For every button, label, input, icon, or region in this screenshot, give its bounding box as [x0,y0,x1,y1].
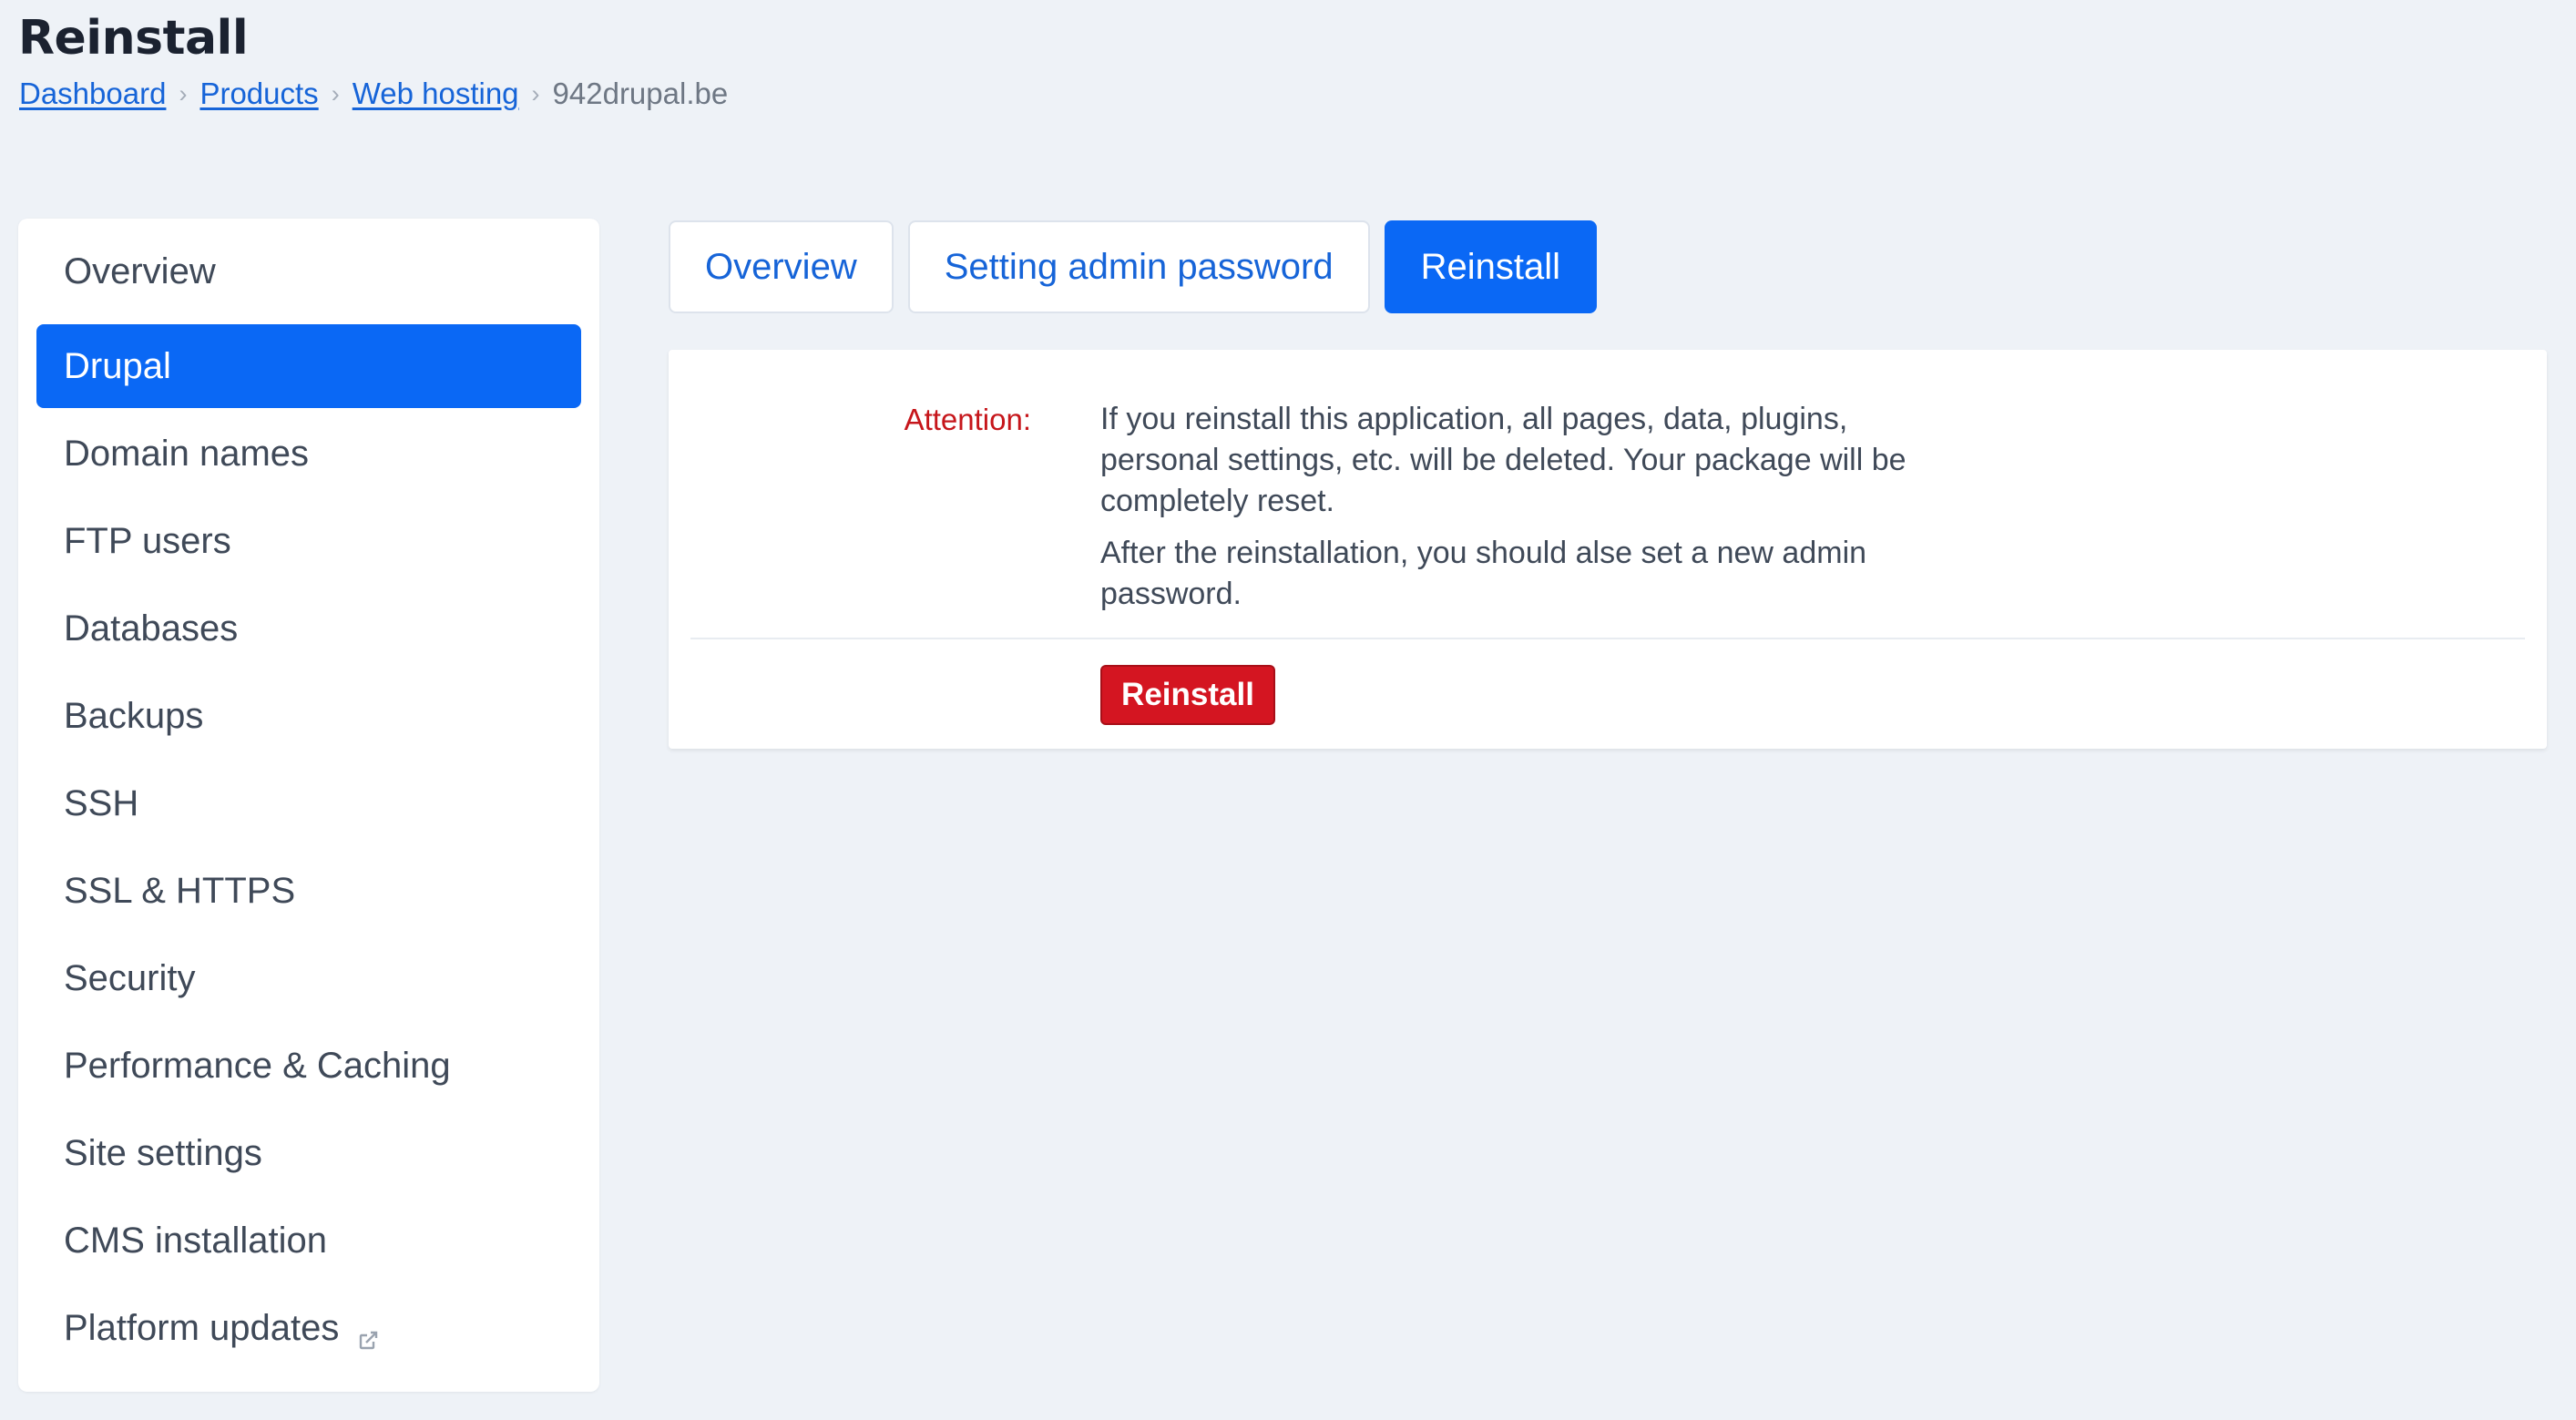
page-title: Reinstall [18,11,249,66]
sidebar-item-ssh[interactable]: SSH [36,761,581,845]
breadcrumb-separator: › [531,79,540,107]
external-link-icon [357,1320,379,1350]
sidebar-item-label: Backups [64,695,204,736]
sidebar-item-label: Domain names [64,433,310,474]
tab-overview[interactable]: Overview [669,220,894,313]
sidebar-item-label: SSL & HTTPS [64,870,296,911]
sidebar-item-label: CMS installation [64,1220,328,1261]
sidebar-item-site-settings[interactable]: Site settings [36,1111,581,1195]
sidebar-item-label: Performance & Caching [64,1045,451,1086]
attention-label: Attention: [904,403,1031,436]
breadcrumb-link-dashboard[interactable]: Dashboard [19,77,166,111]
sidebar-item-cms-installation[interactable]: CMS installation [36,1199,581,1282]
divider [690,638,2525,639]
breadcrumb-link-web-hosting[interactable]: Web hosting [353,77,519,111]
reinstall-panel: Attention: If you reinstall this applica… [669,350,2547,749]
sidebar-item-security[interactable]: Security [36,936,581,1020]
sidebar-item-domain-names[interactable]: Domain names [36,412,581,495]
sidebar-item-platform-updates[interactable]: Platform updates [36,1286,581,1370]
warning-text: If you reinstall this application, all p… [1100,402,1906,518]
sidebar-item-ssl-https[interactable]: SSL & HTTPS [36,849,581,933]
sidebar-item-label: SSH [64,782,139,823]
sidebar-item-label: Overview [64,250,216,291]
sidebar-item-label: Platform updates [64,1307,340,1348]
reinstall-button[interactable]: Reinstall [1100,665,1275,725]
sidebar-item-label: Site settings [64,1132,262,1173]
sidebar-item-drupal[interactable]: Drupal [36,324,581,408]
tab-setting-admin-password[interactable]: Setting admin password [907,220,1370,313]
sidebar-item-databases[interactable]: Databases [36,587,581,670]
sidebar-item-backups[interactable]: Backups [36,674,581,758]
breadcrumb-current: 942drupal.be [552,77,729,110]
breadcrumb: Dashboard › Products › Web hosting › 942… [19,77,728,111]
tab-bar: Overview Setting admin password Reinstal… [669,220,1598,313]
breadcrumb-separator: › [179,79,188,107]
sidebar-item-label: Drupal [64,345,171,386]
sidebar-item-ftp-users[interactable]: FTP users [36,499,581,583]
sidebar-item-label: Databases [64,608,239,649]
tab-reinstall[interactable]: Reinstall [1384,220,1598,313]
sidebar: Overview Drupal Domain names FTP users D… [18,219,599,1392]
admin-password-note: After the reinstallation, you should als… [1100,536,1867,611]
breadcrumb-separator: › [331,79,340,107]
sidebar-item-label: FTP users [64,520,231,561]
sidebar-item-overview[interactable]: Overview [36,230,581,313]
attention-message: If you reinstall this application, all p… [1100,399,1966,615]
breadcrumb-link-products[interactable]: Products [199,77,318,111]
sidebar-item-performance-caching[interactable]: Performance & Caching [36,1024,581,1108]
sidebar-item-label: Security [64,957,196,998]
